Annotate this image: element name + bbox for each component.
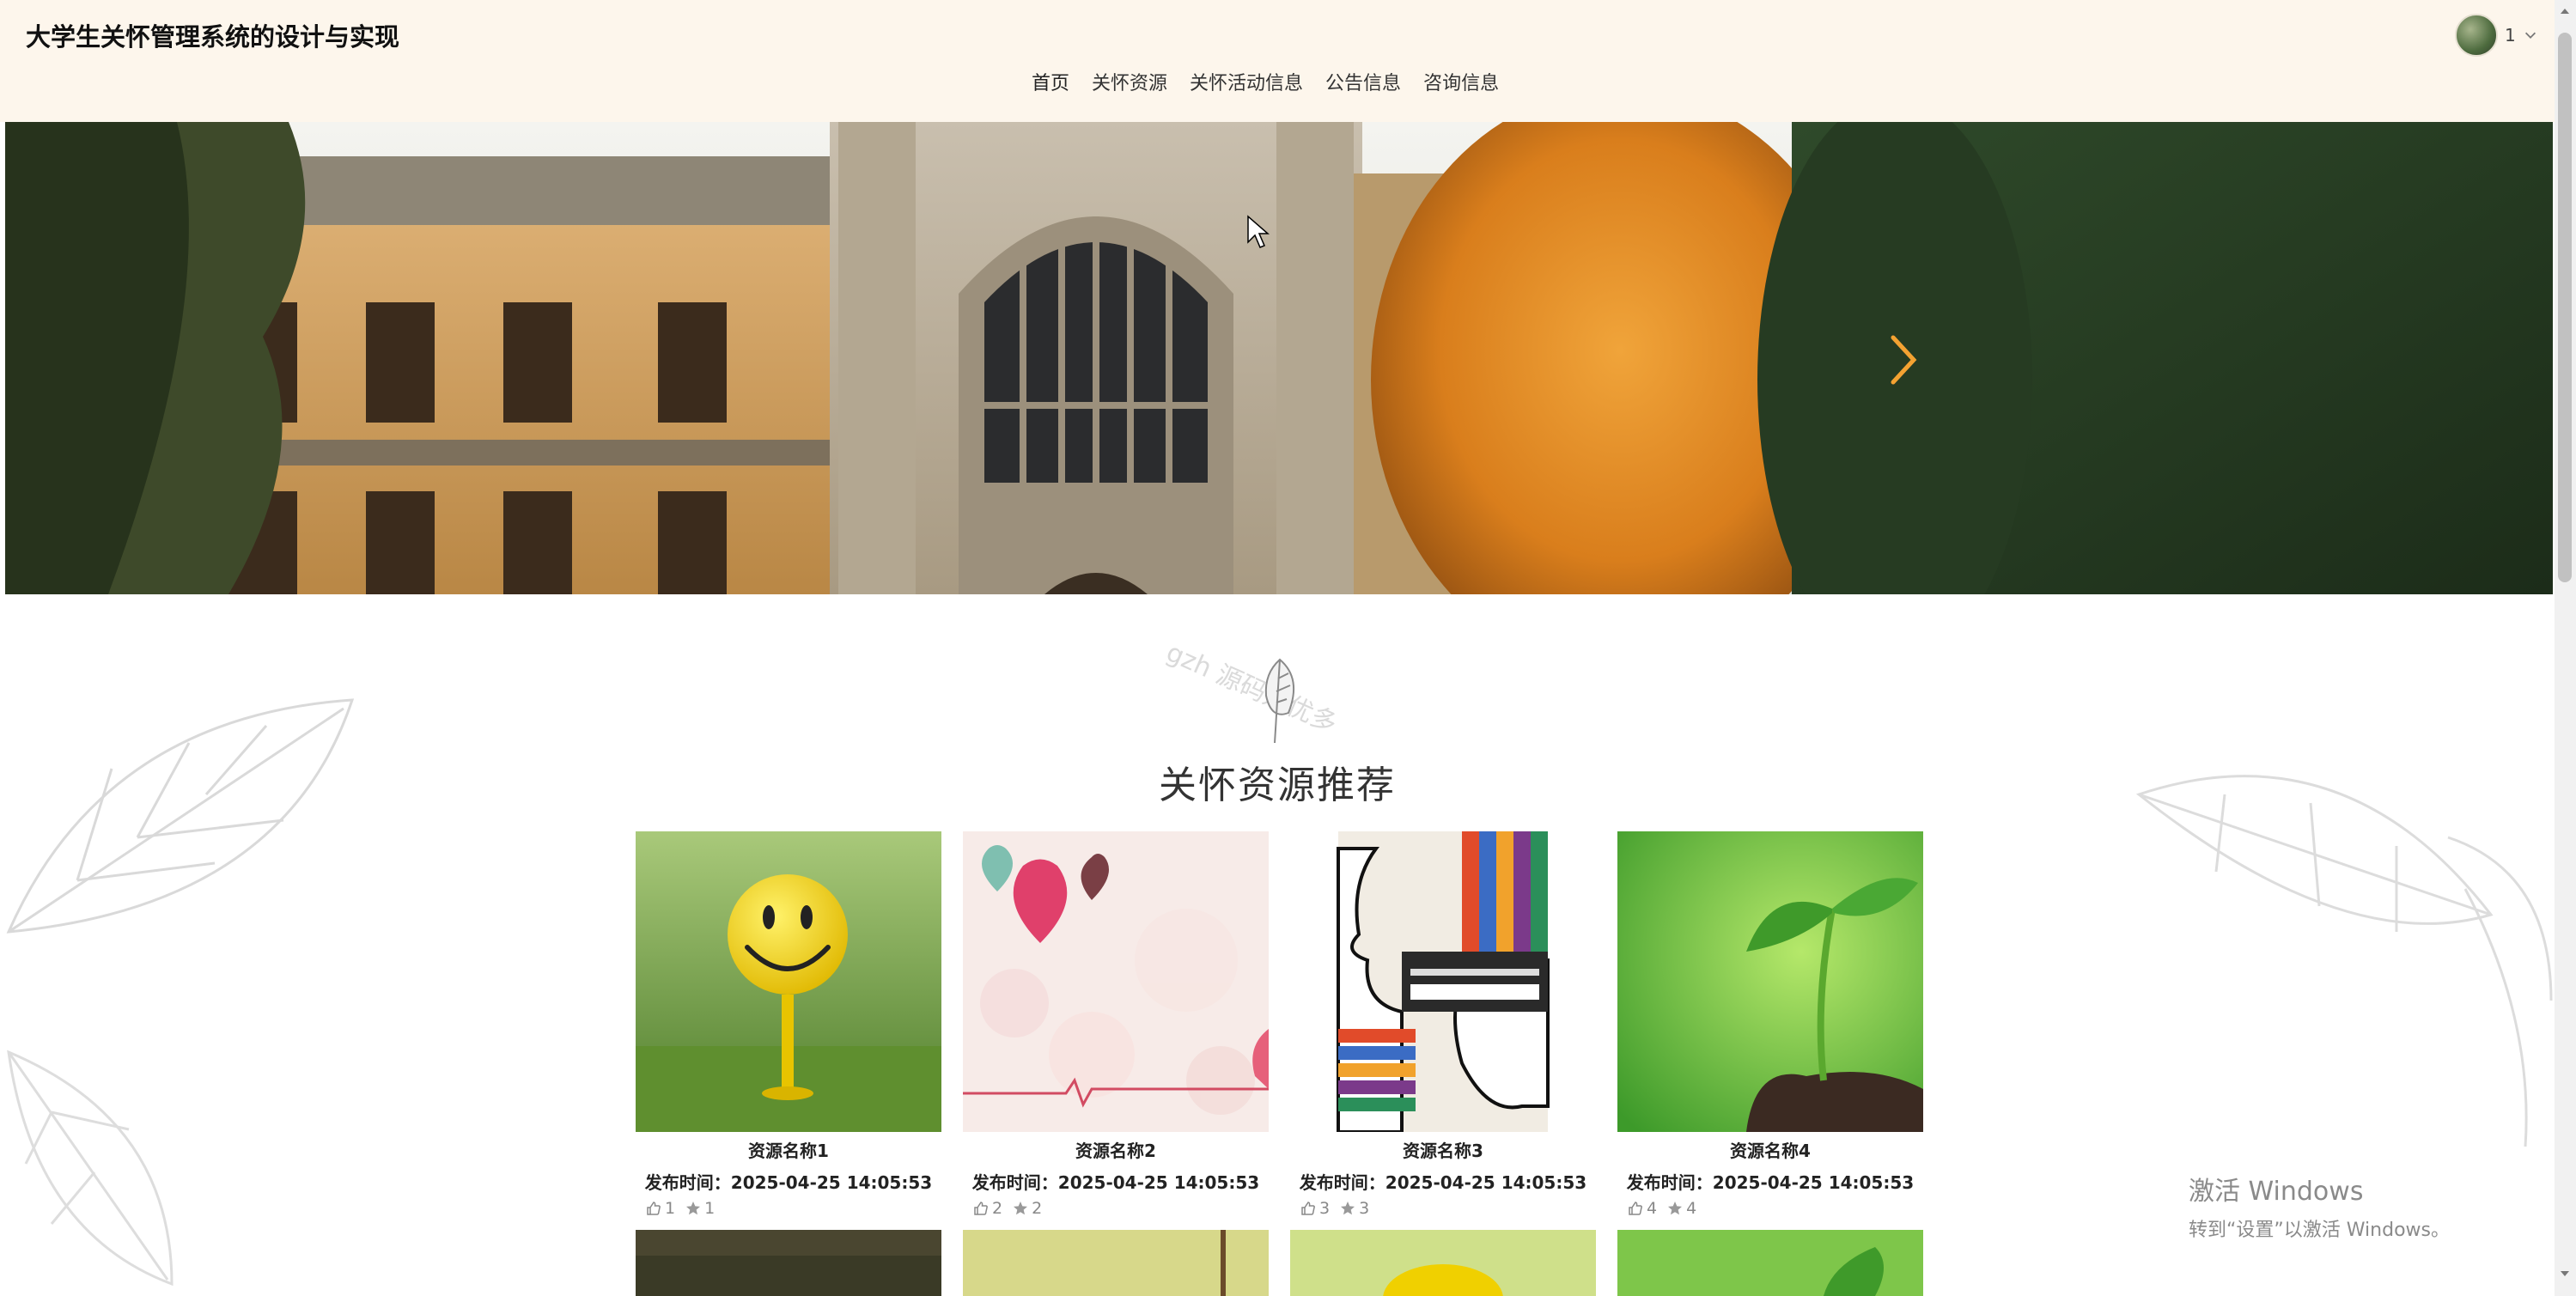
resource-stats: 3 3 xyxy=(1290,1199,1596,1218)
resource-stats: 2 2 xyxy=(963,1199,1269,1218)
main-nav: 首页 关怀资源 关怀活动信息 公告信息 咨询信息 xyxy=(1020,67,1510,106)
carousel-next-icon[interactable] xyxy=(1886,332,1921,387)
like-count: 2 xyxy=(992,1199,1003,1218)
watermark-text: gzh 源码好优多 xyxy=(1161,637,1342,740)
resource-card-image[interactable] xyxy=(636,1230,941,1296)
thumbs-up-icon xyxy=(647,1202,661,1215)
resource-card[interactable]: 资源名称1 发布时间：2025-04-25 14:05:53 1 1 xyxy=(636,831,941,1218)
banner-carousel[interactable] xyxy=(5,122,2553,594)
star-icon xyxy=(686,1202,701,1215)
resource-name[interactable]: 资源名称2 xyxy=(963,1137,1269,1162)
thumbs-up-icon xyxy=(1301,1202,1315,1215)
thumbs-up-icon xyxy=(1629,1202,1642,1215)
star-icon xyxy=(1668,1202,1683,1215)
nav-item-consultation[interactable]: 咨询信息 xyxy=(1412,67,1510,101)
favorite-count: 1 xyxy=(704,1199,716,1218)
windows-activation-notice: 激活 Windows 转到“设置”以激活 Windows。 xyxy=(2189,1170,2450,1242)
thumbs-up-icon xyxy=(974,1202,988,1215)
nav-item-care-resources[interactable]: 关怀资源 xyxy=(1081,67,1178,101)
like-count: 4 xyxy=(1647,1199,1658,1218)
resource-name[interactable]: 资源名称3 xyxy=(1290,1137,1596,1162)
resource-card-image[interactable] xyxy=(963,831,1269,1132)
nav-item-announcements[interactable]: 公告信息 xyxy=(1314,67,1412,101)
resource-stats: 4 4 xyxy=(1617,1199,1923,1218)
favorite-count: 3 xyxy=(1359,1199,1370,1218)
resource-name[interactable]: 资源名称1 xyxy=(636,1137,941,1162)
resource-card[interactable]: 资源名称2 发布时间：2025-04-25 14:05:53 2 2 xyxy=(963,831,1269,1218)
nav-item-home[interactable]: 首页 xyxy=(1020,67,1081,106)
resource-card-image[interactable] xyxy=(1617,831,1923,1132)
like-count: 3 xyxy=(1319,1199,1331,1218)
resource-card-image[interactable] xyxy=(1290,1230,1596,1296)
resource-publish-time: 发布时间：2025-04-25 14:05:53 xyxy=(1626,1172,1915,1193)
resource-card[interactable]: 资源名称3 发布时间：2025-04-25 14:05:53 3 3 xyxy=(1290,831,1596,1218)
decorative-leaf-icon xyxy=(7,1050,174,1287)
resource-publish-time: 发布时间：2025-04-25 14:05:53 xyxy=(1299,1172,1587,1193)
section-leaf-icon xyxy=(1264,658,1294,744)
star-icon xyxy=(1014,1202,1028,1215)
scrollbar-thumb[interactable] xyxy=(2558,33,2572,582)
resource-publish-time: 发布时间：2025-04-25 14:05:53 xyxy=(971,1172,1260,1193)
resource-card-image[interactable] xyxy=(1617,1230,1923,1296)
resource-stats: 1 1 xyxy=(636,1199,941,1218)
activation-subtitle: 转到“设置”以激活 Windows。 xyxy=(2189,1220,2450,1241)
chevron-down-icon xyxy=(2524,32,2536,39)
resource-card-image[interactable] xyxy=(636,831,941,1132)
top-header: 大学生关怀管理系统的设计与实现 首页 关怀资源 关怀活动信息 公告信息 咨询信息… xyxy=(0,0,2576,122)
favorite-count: 4 xyxy=(1686,1199,1697,1218)
resource-card[interactable]: 资源名称4 发布时间：2025-04-25 14:05:53 4 4 xyxy=(1617,831,1923,1218)
scroll-up-icon[interactable] xyxy=(2559,5,2571,17)
banner-image xyxy=(5,122,2553,594)
scroll-down-icon[interactable] xyxy=(2559,1268,2571,1280)
star-icon xyxy=(1341,1202,1355,1215)
section-title: 关怀资源推荐 xyxy=(1159,764,1396,807)
resource-card-image[interactable] xyxy=(963,1230,1269,1296)
resource-name[interactable]: 资源名称4 xyxy=(1617,1137,1923,1162)
favorite-count: 2 xyxy=(1032,1199,1043,1218)
resource-card-image[interactable] xyxy=(1290,831,1596,1132)
nav-item-care-activities[interactable]: 关怀活动信息 xyxy=(1178,67,1314,101)
avatar[interactable] xyxy=(2455,14,2498,57)
like-count: 1 xyxy=(665,1199,676,1218)
vertical-scrollbar[interactable] xyxy=(2555,0,2576,1296)
activation-title: 激活 Windows xyxy=(2189,1177,2364,1207)
site-title: 大学生关怀管理系统的设计与实现 xyxy=(26,22,400,52)
resource-publish-time: 发布时间：2025-04-25 14:05:53 xyxy=(644,1172,933,1193)
user-name: 1 xyxy=(2505,25,2516,46)
user-menu[interactable]: 1 xyxy=(2455,14,2538,57)
